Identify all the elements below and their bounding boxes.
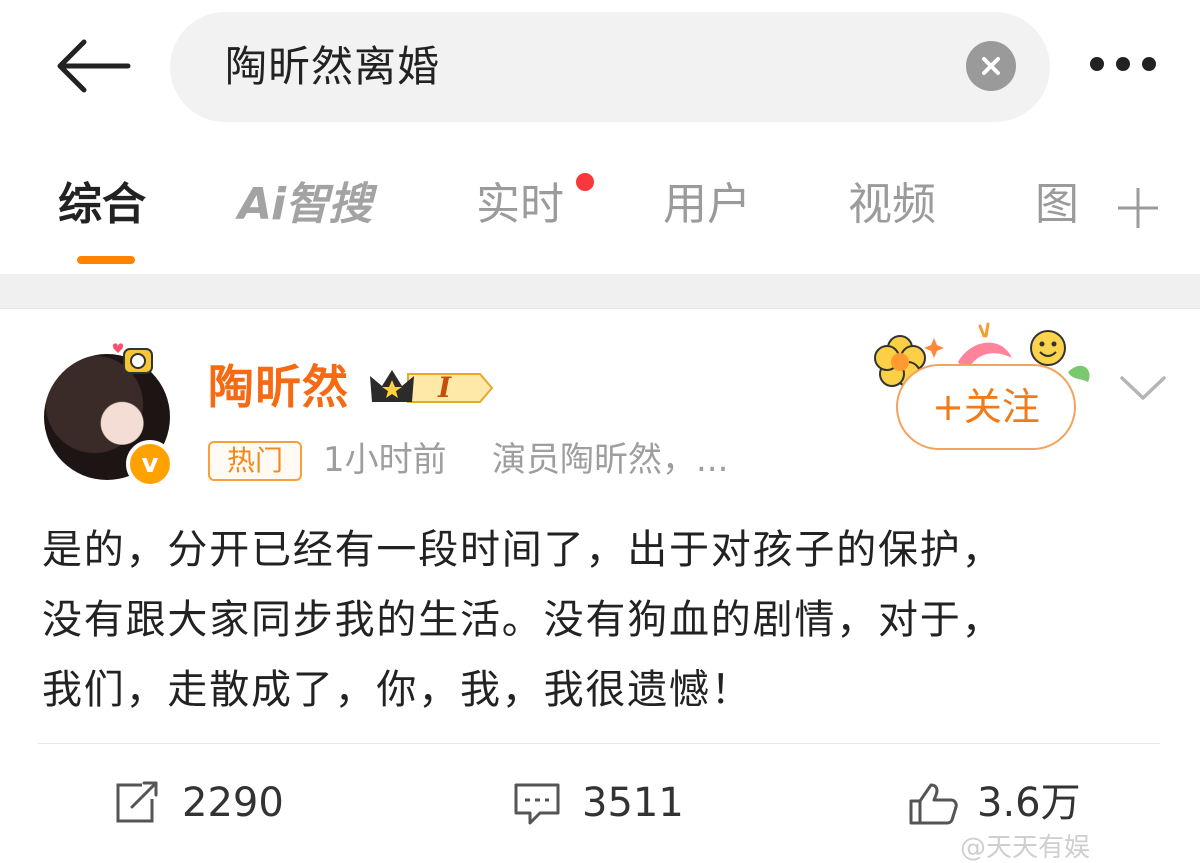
thumbs-up-icon [909, 783, 958, 825]
active-tab-indicator [77, 256, 135, 264]
comment-count: 3511 [582, 780, 684, 826]
post-text[interactable]: 是的，分开已经有一段时间了，出于对孩子的保护， 没有跟大家同步我的生活。没有狗血… [42, 515, 1172, 725]
level-badge-text: I [438, 371, 452, 404]
chevron-down-icon[interactable] [1118, 372, 1168, 402]
post-text-line: 没有跟大家同步我的生活。没有狗血的剧情，对于， [42, 597, 1004, 643]
tab-all[interactable]: 综合 [58, 175, 146, 235]
verified-badge-icon: v [126, 440, 174, 488]
back-arrow-icon[interactable] [52, 34, 136, 98]
action-divider [38, 743, 1160, 744]
add-tab-plus-icon[interactable] [1115, 185, 1161, 231]
section-divider [0, 274, 1200, 308]
member-crown-badge[interactable]: I [368, 366, 498, 410]
tab-users[interactable]: 用户 [663, 175, 751, 235]
repost-count: 2290 [182, 780, 284, 826]
post-text-line: 我们，走散成了，你，我，我很遗憾！ [42, 667, 753, 713]
user-description: 演员陶昕然，... [492, 440, 729, 480]
username[interactable]: 陶昕然 [208, 357, 349, 417]
post-time: 1小时前 [323, 440, 447, 480]
repost-icon [116, 781, 158, 823]
comment-icon [514, 783, 560, 825]
clear-search-icon[interactable] [966, 41, 1016, 91]
tab-video[interactable]: 视频 [848, 175, 936, 235]
new-notification-dot [576, 173, 594, 191]
post-text-line: 是的，分开已经有一段时间了，出于对孩子的保护， [42, 527, 1004, 573]
hot-tag: 热门 [208, 441, 302, 481]
like-count: 3.6万 [977, 780, 1081, 826]
search-input[interactable]: 陶昕然离婚 [170, 12, 1050, 122]
more-options-icon[interactable] [1082, 50, 1166, 80]
search-query-text: 陶昕然离婚 [225, 42, 441, 91]
tab-realtime[interactable]: 实时 [476, 175, 564, 235]
tab-ai-search[interactable]: Ai智搜 [238, 175, 372, 235]
divider-line [0, 308, 1200, 309]
tab-images[interactable]: 图 [1035, 175, 1079, 235]
follow-button[interactable]: +关注 [896, 364, 1076, 450]
avatar-pendant-icon [108, 339, 166, 381]
